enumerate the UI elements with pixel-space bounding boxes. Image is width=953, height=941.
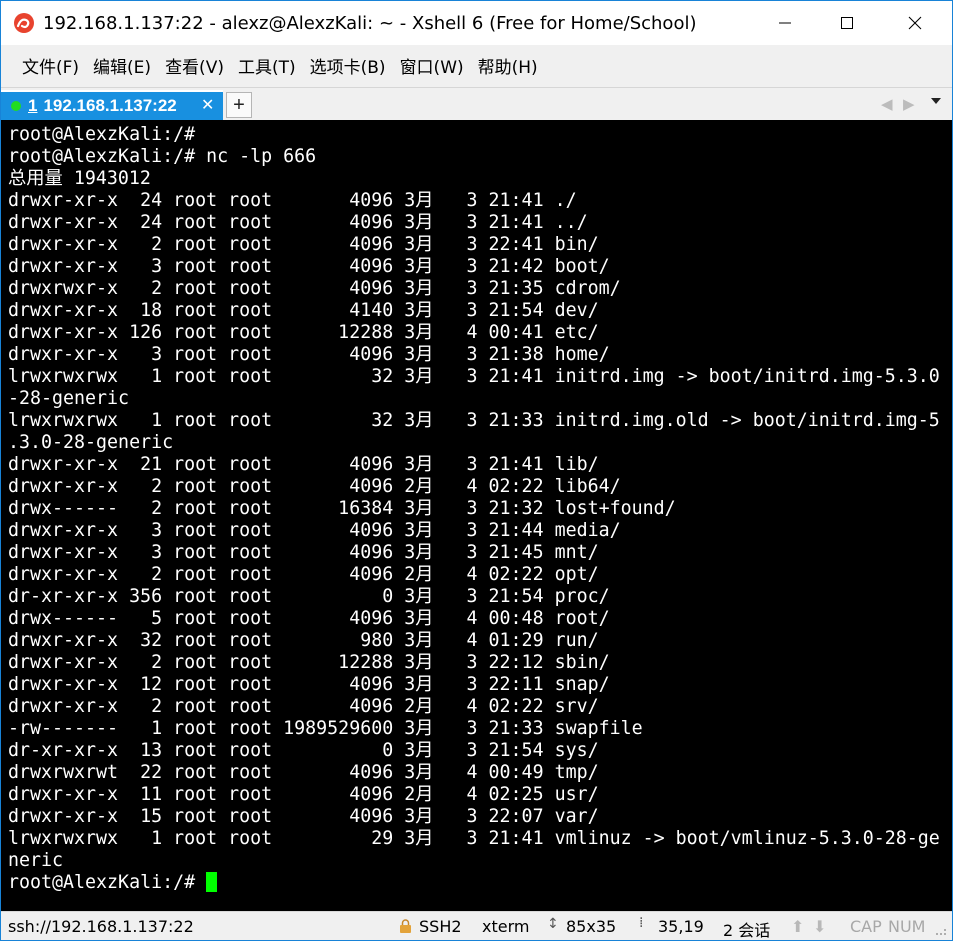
title-bar[interactable]: 192.168.1.137:22 - alexz@AlexzKali: ~ - … [1,1,952,45]
terminal-cursor [206,872,218,892]
terminal-line: drwxr-xr-x 3 root root 4096 3月 3 21:38 h… [8,344,610,365]
xshell-window: 192.168.1.137:22 - alexz@AlexzKali: ~ - … [0,0,953,941]
terminal-line: neric [8,850,64,871]
terminal-line: root@AlexzKali:/# nc -lp 666 [8,146,317,167]
terminal-line: drwxr-xr-x 24 root root 4096 3月 3 21:41 … [8,212,588,233]
menu-file[interactable]: 文件(F) [15,49,86,82]
upload-arrow-icon: ⬆ [791,917,805,936]
menu-tools[interactable]: 工具(T) [231,49,303,82]
menu-help[interactable]: 帮助(H) [471,49,545,82]
minimize-icon [779,22,791,24]
terminal-line: drwxr-xr-x 15 root root 4096 3月 3 22:07 … [8,806,599,827]
tab-session-1[interactable]: 1 192.168.1.137:22 ✕ [1,90,223,120]
maximize-button[interactable] [816,1,878,45]
terminal-line: lrwxrwxrwx 1 root root 32 3月 3 21:41 ini… [8,366,940,387]
session-count-label: 2 会话 [723,921,771,940]
terminal-line: 总用量 1943012 [8,168,151,189]
terminal-line: drwxr-xr-x 2 root root 4096 3月 3 22:41 b… [8,234,599,255]
maximize-icon [841,17,853,29]
cursor-position-icon: ⁞ [639,915,644,931]
tab-scroll-right-icon[interactable]: ▶ [903,95,915,113]
xshell-logo-icon [14,13,34,33]
terminal-line: drwxr-xr-x 126 root root 12288 3月 4 00:4… [8,322,599,343]
caps-lock-indicator: CAP [850,917,882,936]
terminal-line: drwxr-xr-x 2 root root 4096 2月 4 02:22 l… [8,476,621,497]
tab-close-icon[interactable]: ✕ [201,98,214,114]
minimize-button[interactable] [754,1,816,45]
tab-number: 1 [28,96,38,115]
close-icon [908,16,922,30]
tab-scroll-left-icon[interactable]: ◀ [881,95,893,113]
lock-icon [400,919,411,933]
new-tab-button[interactable]: + [226,92,252,118]
connection-address: ssh://192.168.1.137:22 [8,917,194,936]
terminal-line: drwxr-xr-x 24 root root 4096 3月 3 21:41 … [8,190,577,211]
download-arrow-icon: ⬇ [813,917,827,936]
terminal-area[interactable]: root@AlexzKali:/# root@AlexzKali:/# nc -l… [1,120,952,911]
connected-status-icon [11,101,21,111]
close-button[interactable] [878,1,952,45]
terminal-line: drwxr-xr-x 3 root root 4096 3月 3 21:44 m… [8,520,621,541]
terminal-line: dr-xr-xr-x 13 root root 0 3月 3 21:54 sys… [8,740,599,761]
terminal-line: drwxr-xr-x 18 root root 4140 3月 3 21:54 … [8,300,599,321]
terminal-line: drwx------ 5 root root 4096 3月 4 00:48 r… [8,608,610,629]
terminal-line: .3.0-28-generic [8,432,174,453]
resize-icon: ↕ [547,916,559,932]
terminal-line: lrwxrwxrwx 1 root root 29 3月 3 21:41 vml… [8,828,940,849]
menu-tab[interactable]: 选项卡(B) [303,49,393,82]
terminal-size-label: 85x35 [566,917,617,936]
menu-bar: 文件(F) 编辑(E) 查看(V) 工具(T) 选项卡(B) 窗口(W) 帮助(… [1,45,952,85]
terminal-line: drwxr-xr-x 11 root root 4096 2月 4 02:25 … [8,784,599,805]
terminal-output: root@AlexzKali:/# root@AlexzKali:/# nc -l… [8,124,940,894]
status-bar: ssh://192.168.1.137:22 SSH2 xterm ↕ 85x3… [1,911,952,940]
tab-label: 192.168.1.137:22 [43,96,177,115]
terminal-line: -rw------- 1 root root 1989529600 3月 3 2… [8,718,643,739]
terminal-line: drwxrwxr-x 2 root root 4096 3月 3 21:35 c… [8,278,621,299]
terminal-line: drwx------ 2 root root 16384 3月 3 21:32 … [8,498,676,519]
terminal-line: drwxr-xr-x 32 root root 980 3月 4 01:29 r… [8,630,599,651]
terminal-line: drwxr-xr-x 2 root root 4096 2月 4 02:22 o… [8,564,599,585]
protocol-label: SSH2 [419,917,462,936]
terminal-line: lrwxrwxrwx 1 root root 32 3月 3 21:33 ini… [8,410,940,431]
cursor-position-label: 35,19 [658,917,704,936]
tab-list-dropdown-icon[interactable] [931,98,941,104]
terminal-line: drwxr-xr-x 12 root root 4096 3月 3 22:11 … [8,674,610,695]
window-title: 192.168.1.137:22 - alexz@AlexzKali: ~ - … [43,12,697,34]
terminal-line: -28-generic [8,388,130,409]
menu-window[interactable]: 窗口(W) [393,49,471,82]
terminal-line: drwxr-xr-x 3 root root 4096 3月 3 21:45 m… [8,542,599,563]
terminal-type-label: xterm [482,917,530,936]
terminal-line: drwxr-xr-x 21 root root 4096 3月 3 21:41 … [8,454,599,475]
terminal-line: dr-xr-xr-x 356 root root 0 3月 3 21:54 pr… [8,586,610,607]
tab-bar: 1 192.168.1.137:22 ✕ + ◀ ▶ [1,87,952,120]
menu-edit[interactable]: 编辑(E) [86,49,158,82]
terminal-line: root@AlexzKali:/# [8,124,196,145]
terminal-line: drwxr-xr-x 3 root root 4096 3月 3 21:42 b… [8,256,610,277]
num-lock-indicator: NUM [888,917,926,936]
terminal-line: drwxr-xr-x 2 root root 4096 2月 4 02:22 s… [8,696,599,717]
resize-grip-icon[interactable] [935,928,947,936]
terminal-line: drwxr-xr-x 2 root root 12288 3月 3 22:12 … [8,652,610,673]
terminal-prompt-line: root@AlexzKali:/# [8,872,940,894]
terminal-prompt: root@AlexzKali:/# [8,872,207,893]
menu-view[interactable]: 查看(V) [158,49,231,82]
terminal-line: drwxrwxrwt 22 root root 4096 3月 4 00:49 … [8,762,599,783]
